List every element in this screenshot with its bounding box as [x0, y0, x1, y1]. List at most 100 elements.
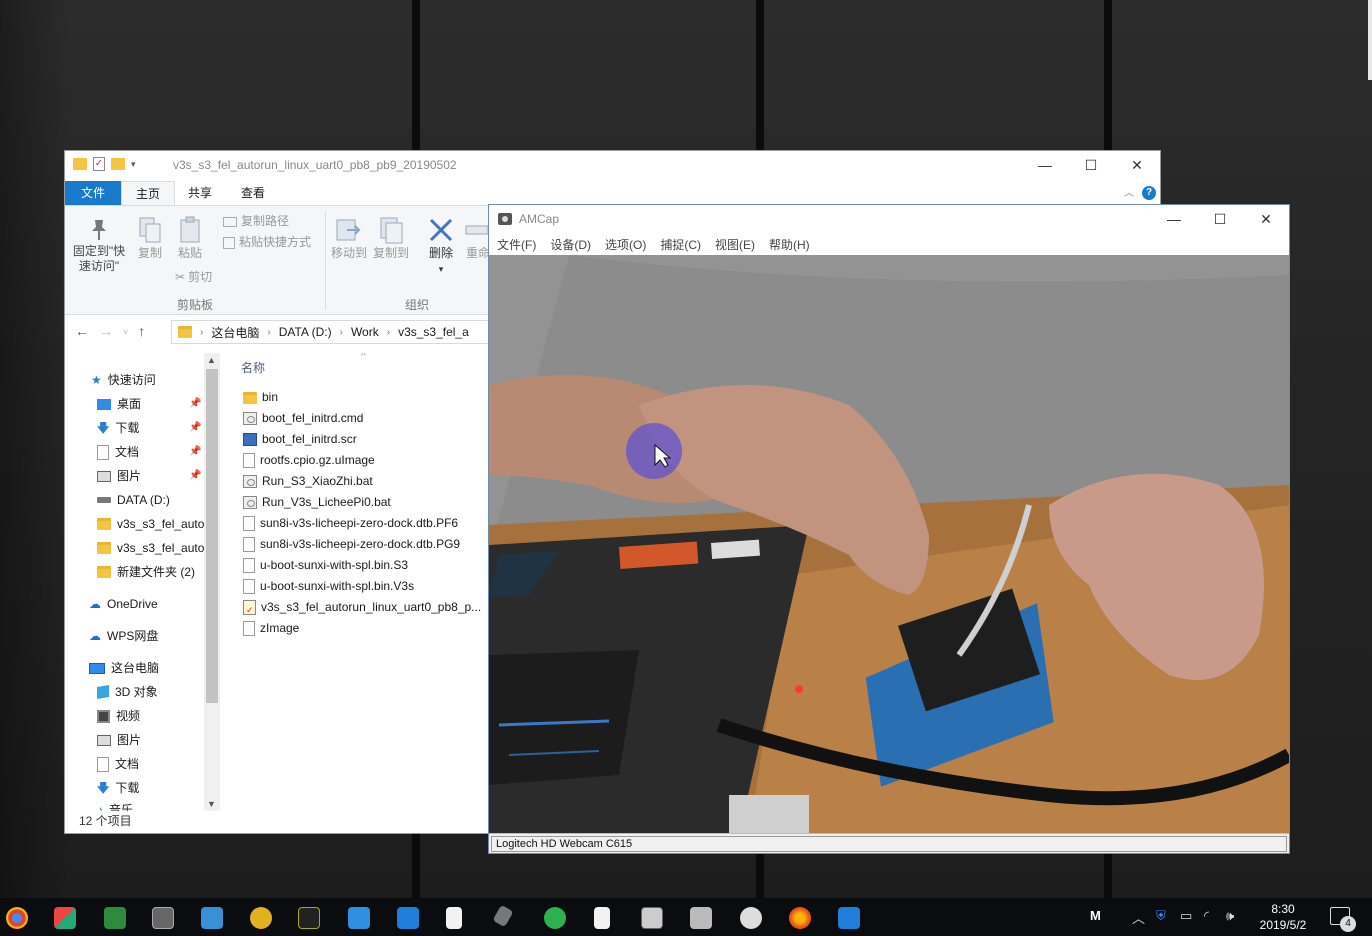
nav-videos[interactable]: 视频 — [97, 705, 140, 727]
menu-help[interactable]: 帮助(H) — [769, 236, 810, 253]
breadcrumb-current[interactable]: v3s_s3_fel_a — [398, 325, 469, 339]
file-row[interactable]: Run_V3s_LicheePi0.bat — [243, 492, 391, 513]
delete-button[interactable]: 删除 ▾ — [423, 216, 459, 277]
volume-icon[interactable]: 🕪 — [1226, 908, 1234, 924]
close-button[interactable]: ✕ — [1114, 151, 1160, 179]
new-folder-icon[interactable] — [111, 158, 125, 170]
file-row[interactable]: u-boot-sunxi-with-spl.bin.V3s — [243, 576, 414, 597]
app-icon-9[interactable] — [690, 907, 712, 929]
firefox-icon[interactable] — [789, 907, 811, 929]
copy-to-button[interactable]: 复制到 — [373, 216, 409, 261]
scroll-down-icon[interactable]: ▼ — [207, 799, 216, 809]
scroll-up-icon[interactable]: ▲ — [207, 355, 216, 365]
app-icon-10[interactable] — [740, 907, 762, 929]
file-row[interactable]: Run_S3_XiaoZhi.bat — [243, 471, 373, 492]
amcap-titlebar[interactable]: AMCap — ☐ ✕ — [489, 205, 1289, 233]
chrome-icon[interactable] — [6, 907, 28, 929]
file-row[interactable]: sun8i-v3s-licheepi-zero-dock.dtb.PG9 — [243, 534, 460, 555]
tab-home[interactable]: 主页 — [121, 181, 175, 205]
nav-documents-pc[interactable]: 文档 — [97, 753, 139, 775]
app-icon-2[interactable] — [201, 907, 223, 929]
move-to-button[interactable]: 移动到 — [331, 216, 367, 261]
explorer-titlebar[interactable]: ✓ ▾ v3s_s3_fel_autorun_linux_uart0_pb8_p… — [65, 151, 1160, 179]
tab-file[interactable]: 文件 — [65, 181, 121, 205]
tab-share[interactable]: 共享 — [175, 181, 225, 205]
show-hidden-icons-icon[interactable]: ︿ — [1132, 908, 1145, 927]
document-icon[interactable] — [594, 907, 610, 929]
minimize-button[interactable]: — — [1022, 151, 1068, 179]
paste-shortcut-button[interactable]: 粘贴快捷方式 — [223, 235, 311, 250]
nav-music[interactable]: ♪ 音乐 — [97, 799, 133, 811]
app-icon-11[interactable] — [838, 907, 860, 929]
file-icon[interactable] — [446, 907, 462, 929]
nav-3d-objects[interactable]: 3D 对象 — [97, 681, 158, 703]
app-icon-8[interactable] — [641, 907, 663, 929]
recent-locations-icon[interactable]: ˅ — [123, 323, 128, 341]
breadcrumb-drive[interactable]: DATA (D:) — [279, 325, 332, 339]
menu-view[interactable]: 视图(E) — [715, 236, 755, 253]
close-button[interactable]: ✕ — [1243, 205, 1289, 233]
app-icon-5[interactable] — [397, 907, 419, 929]
up-arrow-icon[interactable]: ↑ — [138, 323, 145, 341]
column-header-name[interactable]: 名称 — [241, 359, 265, 376]
app-icon-7[interactable] — [544, 907, 566, 929]
file-row[interactable]: boot_fel_initrd.scr — [243, 429, 357, 450]
copy-button[interactable]: 复制 — [135, 216, 165, 261]
menu-device[interactable]: 设备(D) — [550, 236, 591, 253]
security-shield-icon[interactable]: ⛨ — [1156, 908, 1166, 924]
breadcrumb-work[interactable]: Work — [351, 325, 379, 339]
collapse-ribbon-icon[interactable]: ︿ — [1124, 184, 1134, 199]
nav-folder-v3s-1[interactable]: v3s_s3_fel_auto — [97, 513, 204, 535]
back-arrow-icon[interactable]: ← — [75, 323, 89, 341]
menu-options[interactable]: 选项(O) — [605, 236, 646, 253]
wifi-icon[interactable]: ◜ — [1204, 908, 1209, 924]
paste-button[interactable]: 粘贴 — [175, 216, 205, 261]
app-icon-6[interactable] — [492, 904, 514, 928]
copy-path-button[interactable]: 复制路径 — [223, 214, 289, 229]
properties-icon[interactable]: ✓ — [93, 157, 105, 171]
menu-file[interactable]: 文件(F) — [497, 236, 536, 253]
breadcrumb-this-pc[interactable]: 这台电脑 — [211, 324, 259, 341]
nav-folder-v3s-2[interactable]: v3s_s3_fel_auto — [97, 537, 204, 559]
minimize-button[interactable]: — — [1151, 205, 1197, 233]
nav-data-drive[interactable]: DATA (D:) — [97, 489, 170, 511]
app-icon-1[interactable] — [54, 907, 76, 929]
app-icon-4[interactable] — [298, 907, 320, 929]
nav-new-folder[interactable]: 新建文件夹 (2) — [97, 561, 195, 583]
nav-desktop[interactable]: 桌面 📌 — [97, 393, 207, 415]
nav-onedrive[interactable]: ☁ OneDrive — [89, 593, 158, 615]
menu-capture[interactable]: 捕捉(C) — [660, 236, 701, 253]
maximize-button[interactable]: ☐ — [1068, 151, 1114, 179]
cut-button[interactable]: ✂ 剪切 — [175, 270, 212, 285]
nav-this-pc[interactable]: 这台电脑 — [89, 657, 159, 679]
maximize-button[interactable]: ☐ — [1197, 205, 1243, 233]
battery-icon[interactable]: ▭ — [1180, 908, 1192, 924]
file-row[interactable]: sun8i-v3s-licheepi-zero-dock.dtb.PF6 — [243, 513, 458, 534]
screenshot-icon[interactable] — [152, 907, 174, 929]
nav-scrollbar[interactable]: ▲ ▼ — [204, 353, 220, 811]
nav-wps-cloud[interactable]: ☁ WPS网盘 — [89, 625, 158, 647]
nav-pictures[interactable]: 图片 📌 — [97, 465, 207, 487]
pin-quick-access-button[interactable]: 固定到"快 速访问" — [71, 218, 127, 274]
file-row[interactable]: u-boot-sunxi-with-spl.bin.S3 — [243, 555, 408, 576]
file-row[interactable]: rootfs.cpio.gz.uImage — [243, 450, 375, 471]
scrollbar-thumb[interactable] — [206, 369, 218, 703]
app-icon-3[interactable] — [250, 907, 272, 929]
amcap-window[interactable]: AMCap — ☐ ✕ 文件(F) 设备(D) 选项(O) 捕捉(C) 视图(E… — [488, 204, 1290, 854]
file-row[interactable]: bin — [243, 387, 278, 408]
system-clock[interactable]: 8:30 2019/5/2 — [1250, 901, 1316, 933]
nav-pictures-pc[interactable]: 图片 — [97, 729, 141, 751]
nav-downloads[interactable]: 🡇 下载 📌 — [97, 417, 207, 439]
customize-dropdown-icon[interactable]: ▾ — [131, 159, 136, 170]
file-row[interactable]: boot_fel_initrd.cmd — [243, 408, 363, 429]
delete-dropdown-icon[interactable]: ▾ — [439, 264, 444, 274]
file-row[interactable]: v3s_s3_fel_autorun_linux_uart0_pb8_p... — [243, 597, 481, 621]
file-row[interactable]: zImage — [243, 618, 299, 639]
wps-spreadsheet-icon[interactable] — [104, 907, 126, 929]
tray-m-icon[interactable]: M — [1090, 908, 1101, 923]
forward-arrow-icon[interactable]: → — [99, 323, 113, 341]
nav-downloads-pc[interactable]: 🡇 下载 — [97, 777, 139, 799]
nav-documents[interactable]: 文档 📌 — [97, 441, 207, 463]
nav-quick-access[interactable]: ★ 快速访问 — [91, 369, 156, 391]
tab-view[interactable]: 查看 — [229, 181, 277, 205]
